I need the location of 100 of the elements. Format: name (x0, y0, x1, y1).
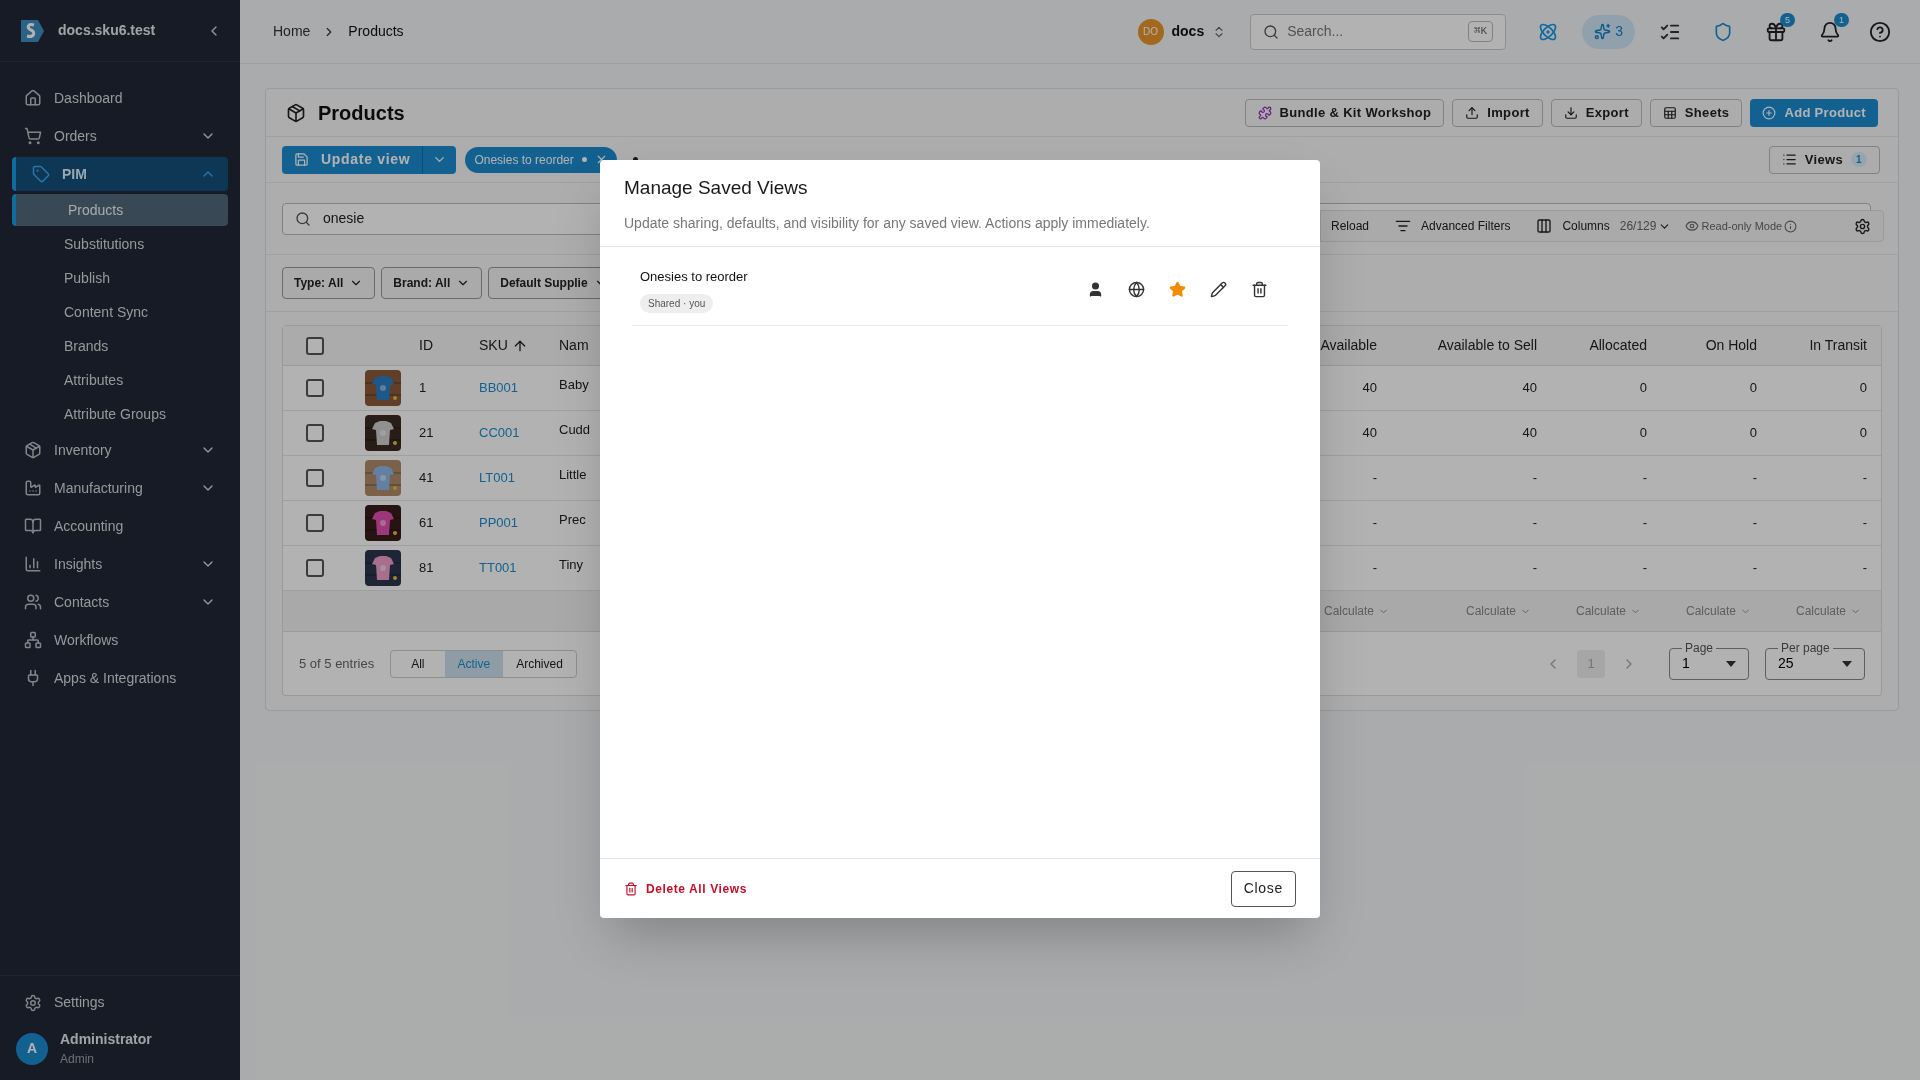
book-icon (24, 517, 42, 535)
nav-item[interactable]: Apps & Integrations (12, 661, 228, 695)
columns-button[interactable]: Columns (1562, 217, 1610, 235)
checkbox[interactable] (306, 469, 324, 487)
settings-icon[interactable] (1854, 217, 1871, 235)
search-icon (295, 210, 311, 227)
checkbox[interactable] (306, 559, 324, 577)
sku-link[interactable]: BB001 (479, 378, 519, 398)
view-name: Onesies to reorder (640, 267, 748, 286)
nav-subitem[interactable]: Brands (12, 330, 228, 362)
nav-item[interactable]: Manufacturing (12, 471, 228, 505)
table-cell-text: 0 (1859, 424, 1867, 443)
checkbox[interactable] (306, 514, 324, 532)
filter-dropdown[interactable]: Brand: All (381, 267, 483, 299)
dialog-subtitle: Update sharing, defaults, and visibility for any saved view. Actions apply immediately. (624, 213, 1151, 233)
close-button[interactable]: Close (1230, 870, 1296, 907)
table-cell-text: - (1532, 514, 1537, 533)
add-product-button[interactable]: Add Product (1750, 98, 1878, 127)
table-cell-text: - (1372, 469, 1377, 488)
views-button[interactable]: Views 1 (1768, 145, 1880, 174)
nav-item[interactable]: Accounting (12, 509, 228, 543)
table-cell-text: - (1862, 514, 1867, 533)
sku-link[interactable]: PP001 (479, 513, 519, 533)
cube-icon (286, 102, 306, 123)
column-header[interactable]: On Hold (1661, 335, 1771, 356)
sku-link[interactable]: LT001 (479, 468, 515, 488)
nav-subitem[interactable]: Substitutions (12, 228, 228, 260)
search-field[interactable]: Search... ⌘K (1250, 13, 1507, 50)
caret-icon (1726, 660, 1736, 667)
table-cell-text: - (1862, 469, 1867, 488)
dialog-title: Manage Saved Views (624, 176, 809, 200)
nav-item[interactable]: Settings (24, 992, 216, 1013)
checkbox[interactable] (306, 336, 324, 355)
advanced-filters-button[interactable]: Advanced Filters (1421, 217, 1511, 235)
table-cell-text: 40 (1362, 424, 1377, 443)
checkbox[interactable] (306, 424, 324, 442)
columns-icon (1536, 218, 1553, 234)
nav-item[interactable]: Inventory (12, 433, 228, 467)
column-header[interactable]: ID (419, 335, 479, 356)
nav-item[interactable]: Orders (12, 119, 228, 153)
view-chip[interactable]: Onesies to reorder (465, 146, 617, 173)
table-cell-text: 1 (419, 379, 427, 398)
nav-subitem[interactable]: Attribute Groups (12, 398, 228, 430)
table-cell-text: 40 (1362, 379, 1377, 398)
filter-dropdown[interactable]: Type: All (282, 267, 376, 299)
trash-icon (624, 881, 638, 896)
notification-icon[interactable] (1819, 20, 1841, 43)
shield-icon[interactable] (1713, 21, 1733, 42)
nav-item[interactable]: Insights (12, 547, 228, 581)
status-tab[interactable]: All (391, 650, 445, 677)
toolbar-button[interactable]: Import (1452, 98, 1543, 127)
table-cell-text: 41 (419, 469, 434, 488)
workspace-name[interactable]: docs (1171, 21, 1205, 42)
sku-link[interactable]: CC001 (479, 423, 520, 443)
sku-link[interactable]: TT001 (479, 558, 517, 578)
update-view-button[interactable]: Update view (282, 145, 457, 174)
column-header[interactable]: SKU (479, 335, 559, 356)
delete-all-button[interactable]: Delete All Views (624, 879, 747, 898)
nav-item[interactable]: Contacts (12, 585, 228, 619)
read-only-toggle[interactable]: Read-only Mode (1701, 217, 1783, 235)
help-icon[interactable] (1869, 20, 1891, 43)
count-badge: 1 (1851, 152, 1867, 167)
table-cell-text: - (1532, 469, 1537, 488)
star-icon[interactable] (1169, 281, 1186, 299)
eye-icon (1685, 219, 1700, 233)
table-cell-text: 21 (419, 424, 434, 443)
reload-button[interactable]: Reload (1331, 217, 1370, 235)
table-cell-text: 0 (1639, 379, 1647, 398)
bar-chart-icon (24, 555, 42, 573)
toolbar-button[interactable]: Export (1550, 98, 1642, 127)
settings-icon (24, 993, 42, 1012)
checkbox[interactable] (306, 379, 324, 397)
table-cell-text: 61 (419, 514, 434, 533)
shared-tag: Shared · you (640, 294, 714, 313)
column-header[interactable]: Available to Sell (1391, 335, 1551, 356)
toolbar-button[interactable]: Sheets (1649, 98, 1743, 127)
gift-icon[interactable] (1765, 20, 1787, 43)
columns-count: 26/129 (1619, 218, 1657, 235)
column-header[interactable]: In Transit (1771, 335, 1881, 356)
table-cell-text: 0 (1749, 424, 1757, 443)
delete-icon[interactable] (1251, 281, 1268, 299)
count-badge: 1 (1834, 12, 1849, 27)
nav-subitem[interactable]: Content Sync (12, 296, 228, 328)
nav-subitem[interactable]: Attributes (12, 364, 228, 396)
globe-icon[interactable] (1128, 281, 1145, 299)
nav-item[interactable]: PIM (12, 157, 228, 191)
breadcrumb-link[interactable]: Home (273, 21, 311, 42)
table-cell-text: Tiny (559, 556, 584, 574)
toolbar-button[interactable]: Bundle & Kit Workshop (1244, 98, 1445, 127)
nav-subitem[interactable]: Publish (12, 262, 228, 294)
column-header[interactable]: Allocated (1551, 335, 1661, 356)
edit-icon[interactable] (1210, 281, 1227, 299)
nav-item[interactable]: Dashboard (12, 81, 228, 115)
user-avatar[interactable]: A (16, 1032, 48, 1065)
status-tab[interactable]: Archived (503, 650, 576, 677)
person-icon[interactable] (1087, 281, 1104, 299)
atom-icon[interactable] (1538, 21, 1559, 42)
cube-icon (24, 441, 42, 459)
nav-item[interactable]: Workflows (12, 623, 228, 657)
nav-subitem[interactable]: Products (12, 194, 228, 226)
